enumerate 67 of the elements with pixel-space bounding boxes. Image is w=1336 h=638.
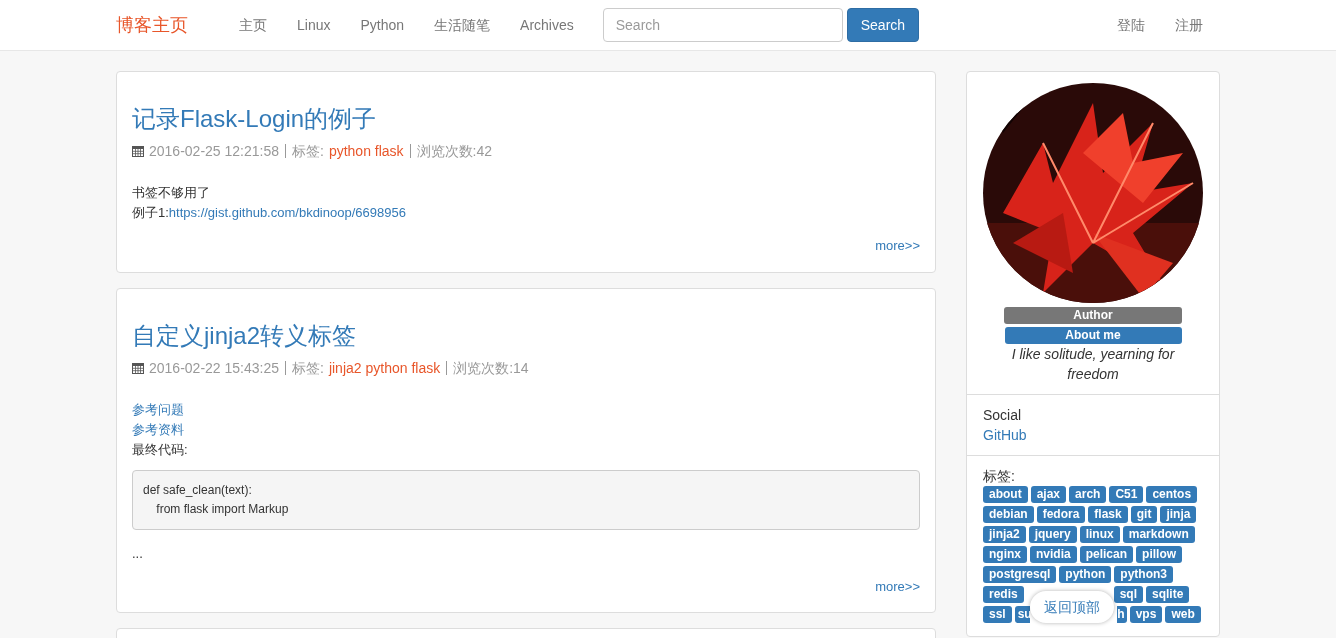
body-text: 最终代码: [132, 440, 189, 459]
tag-link[interactable]: sqlite [1146, 586, 1190, 603]
about-button[interactable]: About me [1004, 327, 1182, 344]
tag-link[interactable]: nvidia [1030, 546, 1077, 563]
tag-link[interactable]: flask [1088, 506, 1128, 523]
view-count: 浏览次数:42 [416, 142, 493, 161]
tag-link[interactable]: about [983, 486, 1028, 503]
body-text: ... [132, 544, 144, 563]
tag-link[interactable]: python [1059, 566, 1112, 583]
url-link[interactable]: https://gist.github.com/bkdinoop/6698956 [168, 203, 406, 223]
tag-link[interactable]: C51 [1109, 486, 1144, 503]
tags-label: 标签: [292, 358, 324, 378]
body-link[interactable]: 参考资料 [132, 419, 920, 440]
motto-text: I like solitude, yearning for freedom [1010, 345, 1176, 384]
tag-link[interactable]: markdown [1122, 526, 1195, 543]
tag-link[interactable]: git [1130, 506, 1158, 523]
author-badge: Author [1004, 307, 1182, 324]
calendar-icon [132, 145, 144, 157]
search-button[interactable]: Search [846, 8, 920, 42]
tag-link[interactable]: centos [1146, 486, 1198, 503]
body-text: 例子1: [132, 204, 169, 222]
tags-label: 标签: [292, 142, 324, 161]
tag-link[interactable]: jquery [1028, 526, 1077, 543]
tag-link[interactable]: pelican [1079, 546, 1134, 563]
nav-link[interactable]: Archives [505, 14, 589, 36]
tag-link[interactable]: fedora [1036, 506, 1086, 523]
calendar-icon [132, 361, 144, 374]
tag-link[interactable]: web [1165, 606, 1201, 623]
more-link[interactable]: more>> [875, 576, 920, 596]
social-link[interactable]: GitHub [983, 427, 1027, 443]
view-count: 浏览次数:14 [453, 358, 529, 378]
nav-link[interactable]: Python [345, 14, 420, 36]
tag-link[interactable]: postgresql [983, 566, 1057, 583]
body-text: 书签不够用了 [132, 184, 211, 202]
body-link[interactable]: 参考问题 [132, 399, 920, 420]
code-block: def safe_clean(text): from flask import Markup [132, 469, 920, 530]
more-link[interactable]: more>> [875, 236, 920, 256]
post-tags-link[interactable]: python flask [328, 141, 404, 161]
tag-link[interactable]: jinja2 [983, 526, 1026, 543]
post-date: 2016-02-25 12:21:58 [149, 142, 279, 161]
tag-link[interactable]: arch [1069, 486, 1107, 503]
post-title-link[interactable]: 自定义jinja2转义标签 [132, 319, 920, 352]
tag-link[interactable]: pillow [1136, 546, 1183, 563]
tag-link[interactable]: h [1116, 606, 1127, 623]
tag-link[interactable]: linux [1079, 526, 1120, 543]
tag-link[interactable]: sql [1113, 586, 1144, 603]
post-title-link[interactable]: 记录Flask-Login的例子 [132, 103, 920, 135]
nav-link[interactable]: Linux [282, 14, 346, 36]
nav-link[interactable]: 登陆 [1102, 14, 1160, 36]
brand-link[interactable]: 博客主页 [116, 11, 188, 39]
tags-heading: 标签: [983, 467, 1016, 486]
nav-link[interactable]: 主页 [224, 14, 282, 36]
tag-link[interactable]: python3 [1114, 566, 1173, 583]
back-to-top-button[interactable]: 返回顶部 [1030, 591, 1114, 623]
tag-link[interactable]: ssl [983, 606, 1012, 623]
tag-link[interactable]: ajax [1030, 486, 1067, 503]
post-date: 2016-02-22 15:43:25 [149, 358, 279, 378]
tag-link[interactable]: jinja [1160, 506, 1197, 523]
tag-link[interactable]: vps [1129, 606, 1163, 623]
tag-link[interactable]: redis [983, 586, 1024, 603]
search-field[interactable]: Search [602, 8, 843, 42]
social-heading: Social [983, 406, 1023, 425]
tag-link[interactable]: nginx [983, 546, 1027, 563]
post-tags-link[interactable]: jinja2 python flask [328, 357, 441, 378]
tag-link[interactable]: debian [983, 506, 1034, 523]
nav-link[interactable]: 生活随笔 [419, 14, 506, 36]
nav-link[interactable]: 注册 [1160, 14, 1218, 36]
